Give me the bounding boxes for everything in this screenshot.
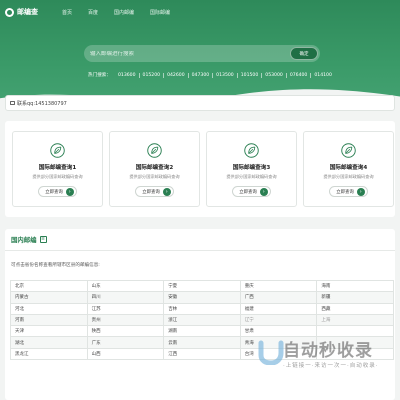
arrow-right-icon: ›	[356, 187, 365, 196]
nav-link-international[interactable]: 国际邮编	[150, 9, 170, 16]
province-link[interactable]: 广西	[239, 291, 318, 304]
list-icon: ≡	[39, 236, 47, 243]
province-link[interactable]: 海南	[316, 279, 394, 293]
hot-search-link[interactable]: 042600	[163, 72, 188, 78]
nav-link-home[interactable]: 首页	[62, 9, 72, 16]
province-link[interactable]: 吉林	[163, 302, 241, 315]
search-button[interactable]: 确定	[290, 47, 318, 60]
hot-search-link[interactable]: 053000	[261, 72, 286, 78]
leaf-icon	[147, 143, 162, 158]
card-desc: 提供部分国家邮政编码查询	[129, 174, 180, 179]
hot-searches: 热门搜索： 013600 015200 042600 047300 013500…	[88, 72, 335, 78]
mail-icon	[10, 101, 15, 105]
query-now-button[interactable]: 立即查询 ›	[38, 186, 77, 197]
hot-search-link[interactable]: 014100	[310, 72, 335, 78]
search-input[interactable]	[84, 50, 290, 57]
card-desc: 提供部分国家邮政编码查询	[226, 174, 277, 179]
query-now-label: 立即查询	[45, 189, 63, 195]
query-card: 国际邮编查询1 提供部分国家邮政编码查询 立即查询 ›	[12, 131, 103, 207]
province-link[interactable]: 黑龙江	[10, 347, 88, 361]
province-link[interactable]: 北京	[10, 279, 88, 293]
province-link[interactable]: 重庆	[239, 279, 318, 293]
section-title: 国内邮编	[11, 236, 37, 244]
province-link[interactable]: 陕西	[86, 325, 165, 338]
card-title: 国际邮编查询4	[329, 165, 368, 171]
query-card: 国际邮编查询2 提供部分国家邮政编码查询 立即查询 ›	[109, 131, 200, 207]
query-card: 国际邮编查询3 提供部分国家邮政编码查询 立即查询 ›	[206, 131, 297, 207]
card-title: 国际邮编查询3	[232, 165, 271, 171]
province-link[interactable]: 安徽	[163, 291, 241, 304]
query-cards: 国际邮编查询1 提供部分国家邮政编码查询 立即查询 › 国际邮编查询2 提供部分…	[5, 121, 395, 217]
province-link[interactable]: 福建	[239, 302, 318, 315]
card-title: 国际邮编查询1	[38, 165, 77, 171]
nav-link-baidu[interactable]: 百度	[88, 9, 98, 16]
province-link[interactable]: 贵州	[86, 313, 165, 327]
province-link[interactable]: 四川	[86, 291, 165, 304]
leaf-icon	[341, 143, 356, 158]
province-link[interactable]: 天津	[10, 325, 88, 338]
card-desc: 提供部分国家邮政编码查询	[323, 174, 374, 179]
watermark: 自动秒收录 ·上链接一·来访一次一·自动收录·	[257, 335, 397, 380]
hot-search-link[interactable]: 076400	[285, 72, 311, 78]
contact-text: 联系qq:1451380797	[17, 100, 67, 107]
watermark-text: 自动秒收录	[283, 341, 373, 361]
province-link[interactable]: 辽宁	[239, 313, 318, 327]
arrow-right-icon: ›	[259, 187, 268, 196]
section-subtitle: 可点击省份名称查看所辖市区县的邮编信息:	[11, 263, 100, 268]
arrow-right-icon: ›	[162, 187, 171, 196]
province-link[interactable]: 湖北	[10, 336, 88, 349]
query-now-button[interactable]: 立即查询 ›	[329, 186, 368, 197]
province-link[interactable]: 宁夏	[163, 279, 241, 293]
logo[interactable]: 邮编查	[5, 7, 38, 17]
contact-bar: 联系qq:1451380797	[5, 95, 395, 111]
logo-icon	[5, 7, 14, 17]
section-header: 国内邮编 ≡	[5, 229, 395, 251]
query-card: 国际邮编查询4 提供部分国家邮政编码查询 立即查询 ›	[303, 131, 394, 207]
query-now-button[interactable]: 立即查询 ›	[232, 186, 271, 197]
leaf-icon	[244, 143, 259, 158]
logo-text: 邮编查	[17, 8, 38, 16]
arrow-right-icon: ›	[65, 187, 74, 196]
card-desc: 提供部分国家邮政编码查询	[32, 174, 83, 179]
province-link[interactable]: 内蒙古	[10, 291, 88, 304]
hot-search-link[interactable]: 013600	[115, 73, 139, 78]
province-link[interactable]: 西藏	[316, 302, 394, 315]
province-link[interactable]: 江西	[163, 347, 241, 361]
hot-search-link[interactable]: 013500	[212, 72, 237, 78]
province-link[interactable]: 上海	[316, 313, 394, 327]
nav-links: 首页 百度 国内邮编 国际邮编	[62, 9, 186, 16]
leaf-icon	[50, 143, 65, 158]
hot-searches-label: 热门搜索：	[88, 73, 111, 78]
hot-search-link[interactable]: 047300	[187, 72, 213, 78]
province-link[interactable]: 河南	[10, 313, 88, 327]
province-link[interactable]: 河北	[10, 302, 88, 315]
query-now-label: 立即查询	[142, 189, 160, 195]
nav-link-domestic[interactable]: 国内邮编	[114, 9, 134, 16]
province-link[interactable]: 云南	[163, 336, 241, 349]
query-now-label: 立即查询	[239, 189, 257, 195]
province-link[interactable]: 江苏	[86, 302, 165, 315]
top-nav: 邮编查 首页 百度 国内邮编 国际邮编	[0, 0, 400, 24]
province-link[interactable]: 浙江	[163, 313, 241, 327]
hot-search-link[interactable]: 015200	[138, 72, 164, 78]
card-title: 国际邮编查询2	[135, 165, 174, 171]
table-row: 北京 山东 宁夏 重庆 海南	[10, 279, 394, 293]
table-row: 河北 江苏 吉林 福建 西藏	[10, 302, 394, 315]
watermark-subtext: ·上链接一·来访一次一·自动收录·	[283, 363, 379, 369]
province-link[interactable]: 山东	[86, 279, 165, 293]
province-link[interactable]: 新疆	[316, 291, 394, 304]
table-row: 河南 贵州 浙江 辽宁 上海	[10, 313, 394, 327]
query-now-button[interactable]: 立即查询 ›	[135, 186, 174, 197]
hot-search-link[interactable]: 101500	[236, 72, 262, 78]
province-link[interactable]: 广东	[86, 336, 165, 349]
table-row: 内蒙古 四川 安徽 广西 新疆	[10, 291, 394, 304]
province-link[interactable]: 湖南	[163, 325, 241, 338]
query-now-label: 立即查询	[336, 189, 354, 195]
province-link[interactable]: 山西	[86, 347, 165, 361]
search-bar: 确定	[84, 45, 320, 62]
